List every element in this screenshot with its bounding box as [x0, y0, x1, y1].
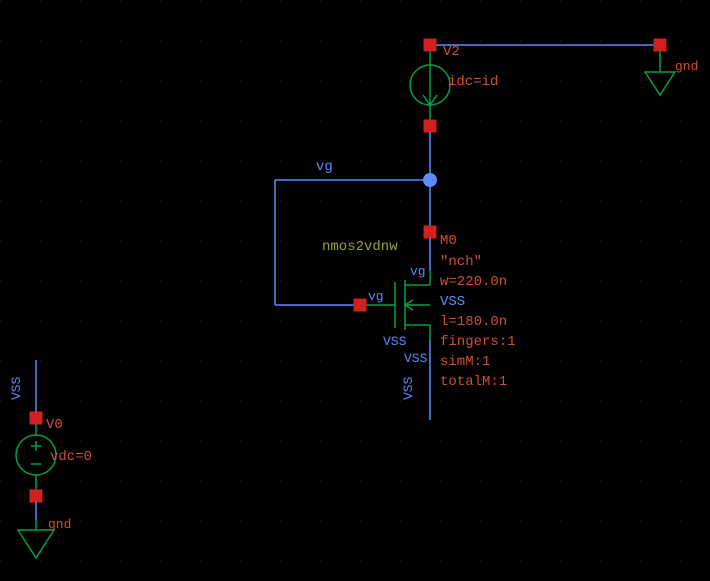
m0-simm: simM:1 [440, 354, 490, 370]
grid [0, 0, 710, 581]
m0-celltype: nmos2vdnw [322, 239, 398, 255]
schematic-canvas[interactable]: gnd V2 idc=id vg [0, 0, 710, 581]
net-vg-gate-label: vg [368, 289, 384, 304]
m0-name: M0 [440, 233, 457, 249]
v0-name: V0 [46, 417, 63, 433]
net-gnd-label-right: gnd [675, 59, 698, 74]
v0-param: vdc=0 [50, 449, 92, 465]
m0-model: "nch" [440, 254, 482, 270]
net-vss-bulk-label: VSS [404, 351, 428, 366]
net-vss-left-label: VSS [9, 376, 24, 400]
m0-fingers: fingers:1 [440, 334, 516, 350]
net-gnd-label-left: gnd [48, 517, 71, 532]
net-vg-drain-label: vg [410, 264, 426, 279]
net-vss-source-label: VSS [383, 334, 407, 349]
m0-totalm: totalM:1 [440, 374, 507, 390]
m0-w: w=220.0n [440, 274, 507, 290]
v2-param: idc=id [448, 74, 498, 90]
v2-name: V2 [443, 44, 460, 60]
net-vg-label: vg [316, 159, 333, 175]
net-vss-wire-label: VSS [401, 376, 416, 400]
m0-vss-bulk: VSS [440, 294, 465, 310]
m0-l: l=180.0n [440, 314, 507, 330]
